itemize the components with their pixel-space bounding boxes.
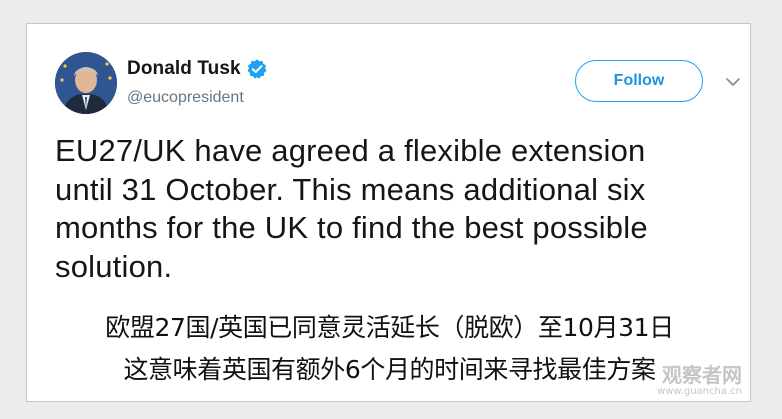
caption-line-2: 这意味着英国有额外6个月的时间来寻找最佳方案: [123, 355, 656, 384]
user-handle[interactable]: @eucopresident: [127, 89, 244, 107]
watermark-main: 观察者网: [662, 363, 742, 387]
follow-button[interactable]: Follow: [575, 60, 703, 102]
watermark: 观察者网 www.guancha.cn: [657, 364, 742, 397]
tweet-card: Donald Tusk @eucopresident Follow EU27/U…: [26, 23, 751, 402]
avatar-image: [55, 52, 117, 114]
display-name-row: Donald Tusk: [127, 58, 268, 80]
caption-line-1: 欧盟27国/英国已同意灵活延长（脱欧）至10月31日: [105, 313, 674, 342]
display-name[interactable]: Donald Tusk: [127, 58, 241, 80]
verified-badge-icon: [246, 58, 268, 80]
avatar[interactable]: [55, 52, 117, 114]
chevron-down-icon[interactable]: [725, 74, 741, 90]
watermark-sub: www.guancha.cn: [657, 386, 742, 397]
tweet-text: EU27/UK have agreed a flexible extension…: [55, 133, 648, 284]
